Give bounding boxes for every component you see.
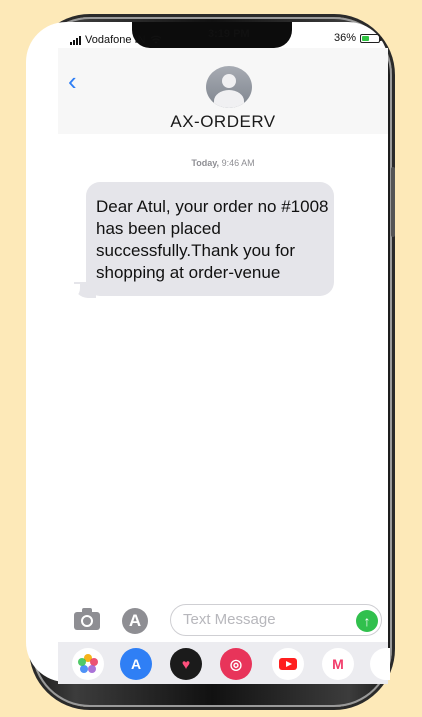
myntra-icon[interactable]: M (322, 648, 354, 680)
status-battery: 36% (334, 28, 383, 48)
power-button (391, 167, 395, 237)
status-time: 3:19 PM (208, 28, 250, 40)
conversation-header: ‹ AX-ORDERV (58, 48, 388, 135)
message-text: Dear Atul, your order no #1008 has been … (96, 197, 329, 282)
contact-name[interactable]: AX-ORDERV (58, 112, 388, 132)
contact-avatar[interactable] (206, 66, 252, 108)
text-message-input[interactable]: Text Message (170, 604, 382, 636)
message-thread[interactable]: Today, 9:46 AM Dear Atul, your order no … (58, 134, 388, 604)
battery-percent: 36% (334, 32, 357, 44)
incoming-message-bubble[interactable]: Dear Atul, your order no #1008 has been … (86, 182, 334, 296)
back-chevron-icon[interactable]: ‹ (68, 68, 77, 94)
photos-icon[interactable] (72, 648, 104, 680)
send-arrow-up-icon[interactable]: ↑ (356, 610, 378, 632)
app-store-icon[interactable]: A (120, 648, 152, 680)
imessage-app-drawer: A ♥ ◎ M (58, 642, 390, 684)
app-store-icon[interactable]: A (122, 608, 148, 634)
carrier-name: Vodafone IN (85, 34, 146, 46)
camera-icon[interactable] (74, 608, 100, 630)
message-composer: A Text Message ↑ (58, 600, 388, 640)
status-carrier: Vodafone IN (70, 30, 162, 50)
message-timestamp: Today, 9:46 AM (191, 158, 255, 168)
heart-digital-touch-icon[interactable]: ♥ (170, 648, 202, 680)
battery-icon (360, 33, 383, 43)
youtube-icon[interactable] (272, 648, 304, 680)
more-apps-icon[interactable] (370, 648, 390, 680)
cellular-signal-icon (70, 35, 81, 45)
image-search-icon[interactable]: ◎ (220, 648, 252, 680)
wifi-icon (149, 35, 162, 44)
